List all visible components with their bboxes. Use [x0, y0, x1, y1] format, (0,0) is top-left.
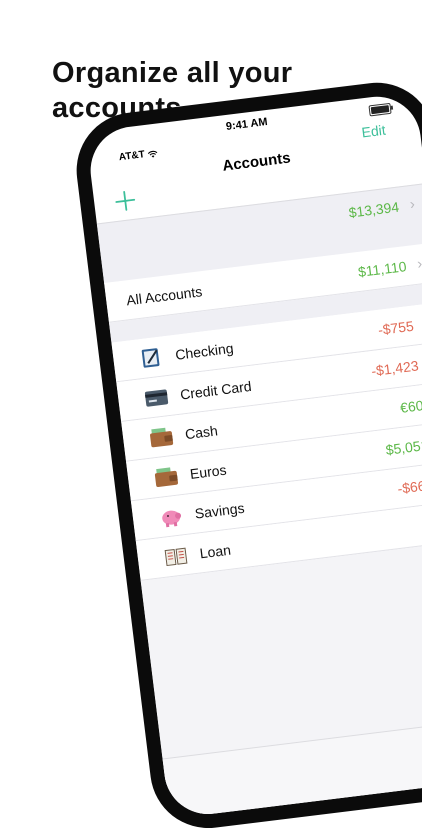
account-label: Savings [193, 499, 246, 522]
chevron-right-icon: › [408, 195, 416, 214]
all-accounts-value: $11,110 [357, 258, 408, 280]
total-value: $13,394 [347, 198, 400, 221]
book-icon [164, 547, 188, 567]
battery-icon [368, 102, 392, 117]
phone-screen: AT&T 9:41 AM Edit Accounts $13,394 › All… [85, 91, 422, 820]
chevron-right-icon: › [416, 255, 422, 273]
credit-card-icon [144, 389, 169, 407]
account-value: $5,051 [384, 436, 422, 458]
account-label: Loan [198, 541, 232, 562]
wallet-icon [150, 427, 174, 448]
account-value: €60 [399, 397, 422, 416]
notebook-icon [141, 348, 160, 368]
account-label: Credit Card [179, 377, 253, 403]
account-value: -$755 [377, 317, 415, 338]
account-value: -$1,423 [370, 357, 420, 380]
account-label: Cash [184, 422, 219, 443]
status-time: 9:41 AM [225, 115, 269, 133]
all-accounts-label: All Accounts [125, 283, 204, 309]
phone-frame: AT&T 9:41 AM Edit Accounts $13,394 › All… [70, 76, 422, 835]
add-account-button[interactable] [113, 189, 138, 214]
piggy-bank-icon [162, 510, 182, 528]
account-value: -$660 [396, 476, 422, 497]
account-label: Euros [189, 461, 228, 482]
wallet-icon [154, 467, 179, 487]
account-label: Checking [174, 339, 235, 363]
